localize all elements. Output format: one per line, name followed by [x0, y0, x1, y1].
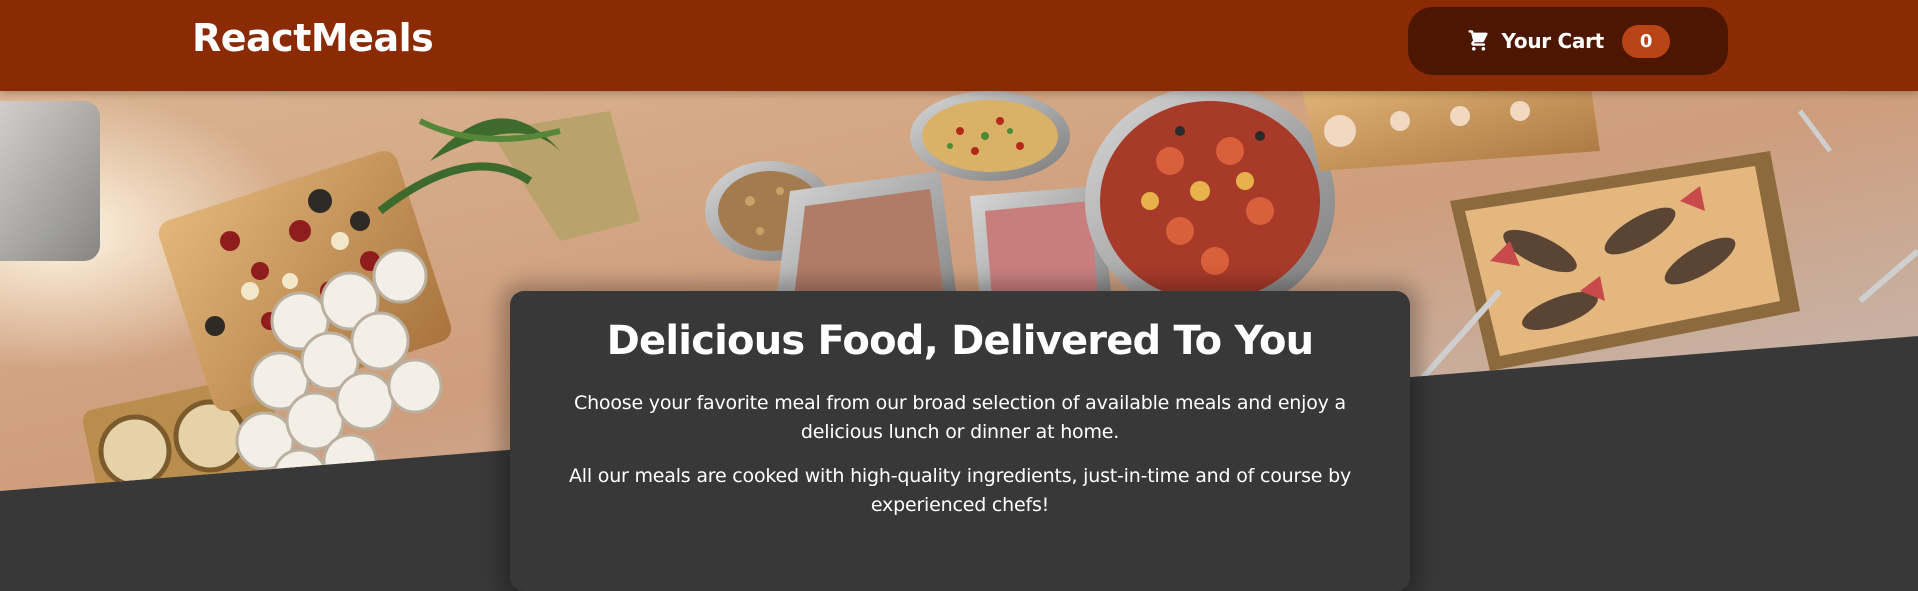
meals-summary-card: Delicious Food, Delivered To You Choose … — [510, 291, 1410, 591]
cart-button[interactable]: Your Cart 0 — [1408, 7, 1728, 75]
summary-title: Delicious Food, Delivered To You — [606, 318, 1314, 364]
brand-logo[interactable]: ReactMeals — [192, 17, 434, 60]
site-header: ReactMeals Your Cart 0 — [0, 0, 1918, 91]
cart-label: Your Cart — [1501, 29, 1605, 53]
cart-count-badge: 0 — [1621, 24, 1671, 58]
cart-icon — [1466, 29, 1490, 53]
summary-paragraph-1: Choose your favorite meal from our broad… — [574, 392, 1346, 443]
summary-paragraph-2: All our meals are cooked with high-quali… — [568, 465, 1352, 516]
